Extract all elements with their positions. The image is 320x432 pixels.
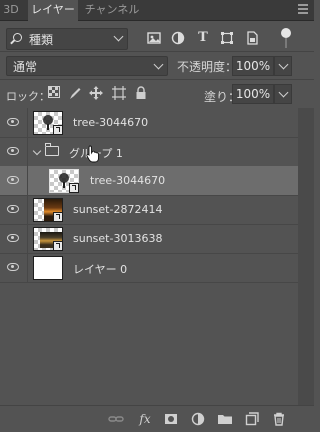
visibility-eye-icon[interactable] bbox=[7, 147, 19, 155]
smart-object-badge-icon bbox=[53, 212, 63, 222]
smart-object-badge-icon bbox=[69, 183, 79, 193]
layer-thumbnail bbox=[33, 111, 63, 135]
divider bbox=[27, 137, 28, 166]
link-layers-icon[interactable] bbox=[108, 411, 124, 427]
filter-toggle[interactable] bbox=[279, 28, 293, 50]
divider bbox=[27, 166, 28, 195]
smart-object-filter-icon[interactable] bbox=[245, 31, 259, 45]
tab-3d[interactable]: 3D bbox=[0, 0, 22, 20]
folder-icon bbox=[44, 143, 59, 156]
layer-row[interactable]: レイヤー 0 bbox=[0, 253, 298, 283]
fill-input[interactable]: 100% bbox=[232, 84, 274, 104]
smart-object-badge-icon bbox=[53, 125, 63, 135]
divider bbox=[0, 79, 314, 80]
chevron-down-icon bbox=[278, 87, 289, 98]
visibility-eye-icon[interactable] bbox=[7, 263, 19, 271]
type-filter-icon[interactable]: T bbox=[196, 31, 210, 45]
lock-transparent-icon[interactable] bbox=[47, 86, 61, 100]
layer-row-selected[interactable]: tree-3044670 bbox=[0, 166, 298, 196]
tree-thumbnail-icon bbox=[59, 173, 69, 188]
divider bbox=[27, 195, 28, 224]
lock-label: ロック： bbox=[6, 90, 50, 103]
layer-thumbnail bbox=[49, 169, 79, 193]
layer-name[interactable]: レイヤー 0 bbox=[73, 261, 127, 277]
chevron-down-icon bbox=[278, 59, 289, 70]
layer-group-row[interactable]: グループ 1 bbox=[0, 137, 298, 167]
divider bbox=[27, 224, 28, 253]
visibility-eye-icon[interactable] bbox=[7, 176, 19, 184]
chevron-down-icon bbox=[113, 31, 124, 42]
layer-name[interactable]: sunset-2872414 bbox=[73, 203, 162, 216]
mask-icon[interactable] bbox=[163, 411, 179, 427]
adjustment-layer-icon[interactable] bbox=[190, 411, 206, 427]
search-icon bbox=[13, 33, 22, 42]
lock-all-icon[interactable] bbox=[134, 86, 148, 100]
opacity-label: 不透明度： bbox=[177, 60, 238, 74]
filter-kind-select[interactable]: 種類 bbox=[6, 28, 128, 50]
fx-icon[interactable]: fx bbox=[137, 411, 153, 427]
chevron-down-icon bbox=[153, 59, 164, 70]
pixel-filter-icon[interactable] bbox=[147, 31, 161, 45]
chevron-down-icon[interactable] bbox=[32, 146, 42, 156]
layer-list: tree-3044670 グループ 1 tree-3044670 sunset-… bbox=[0, 108, 298, 405]
layer-thumbnail bbox=[33, 198, 63, 222]
delete-icon[interactable] bbox=[271, 411, 287, 427]
layer-row[interactable]: tree-3044670 bbox=[0, 108, 298, 138]
new-layer-icon[interactable] bbox=[244, 411, 260, 427]
blend-mode-select[interactable]: 通常 bbox=[6, 56, 168, 76]
layer-name[interactable]: sunset-3013638 bbox=[73, 232, 162, 245]
layer-thumbnail bbox=[33, 256, 63, 280]
smart-object-badge-icon bbox=[53, 241, 63, 251]
layer-row[interactable]: sunset-2872414 bbox=[0, 195, 298, 225]
opacity-input[interactable]: 100% bbox=[232, 56, 274, 76]
divider bbox=[0, 51, 314, 52]
layer-list-scrollbar[interactable] bbox=[298, 108, 314, 405]
filter-kind-label: 種類 bbox=[29, 33, 54, 47]
tree-thumbnail-icon bbox=[43, 115, 53, 130]
divider bbox=[27, 108, 28, 137]
shape-filter-icon[interactable] bbox=[220, 31, 234, 45]
tab-layers[interactable]: レイヤー bbox=[28, 0, 78, 21]
visibility-eye-icon[interactable] bbox=[7, 118, 19, 126]
fill-dropdown[interactable] bbox=[274, 84, 292, 104]
visibility-eye-icon[interactable] bbox=[7, 234, 19, 242]
lock-artboard-icon[interactable] bbox=[112, 86, 126, 100]
layer-name[interactable]: tree-3044670 bbox=[90, 174, 165, 187]
visibility-eye-icon[interactable] bbox=[7, 205, 19, 213]
layer-row[interactable]: sunset-3013638 bbox=[0, 224, 298, 254]
panel-menu-icon[interactable] bbox=[298, 4, 308, 14]
hand-cursor-icon bbox=[86, 145, 100, 163]
adjustment-filter-icon[interactable] bbox=[171, 31, 185, 45]
panel-tab-bar: 3D レイヤー チャンネル bbox=[0, 0, 314, 21]
opacity-dropdown[interactable] bbox=[274, 56, 292, 76]
layer-name[interactable]: tree-3044670 bbox=[73, 116, 148, 129]
divider bbox=[27, 253, 28, 282]
layer-thumbnail bbox=[33, 227, 63, 251]
tab-channels[interactable]: チャンネル bbox=[84, 0, 140, 20]
layers-footer-toolbar: fx bbox=[0, 405, 314, 432]
new-group-icon[interactable] bbox=[217, 411, 233, 427]
blend-mode-label: 通常 bbox=[13, 60, 38, 74]
lock-position-icon[interactable] bbox=[89, 86, 103, 100]
lock-image-icon[interactable] bbox=[68, 86, 82, 100]
